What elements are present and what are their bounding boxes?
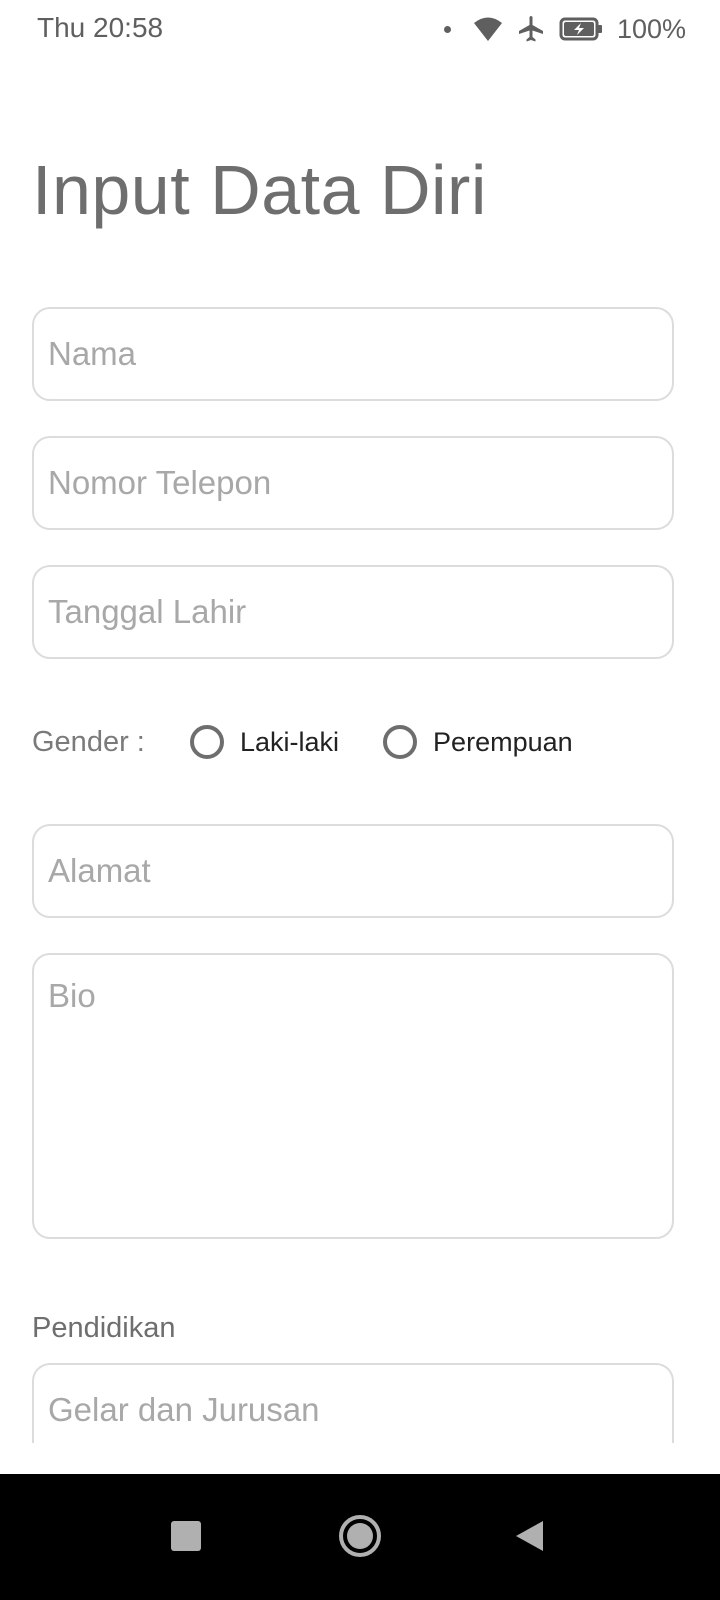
status-icons: 100% [443, 12, 686, 46]
gender-label: Gender : [32, 725, 145, 758]
page-title: Input Data Diri [32, 151, 487, 229]
pendidikan-label: Pendidikan [32, 1312, 176, 1344]
navigation-bar [0, 1474, 720, 1600]
tanggal-lahir-field-box [32, 565, 674, 659]
radio-button-perempuan[interactable] [383, 725, 418, 759]
telepon-field-box [32, 436, 674, 530]
nama-field-box [32, 307, 674, 401]
radio-label-laki-laki: Laki-laki [240, 726, 340, 757]
tanggal-lahir-input[interactable] [34, 567, 672, 657]
bio-field-box [32, 953, 674, 1239]
alamat-input[interactable] [34, 826, 672, 916]
nama-input[interactable] [34, 309, 672, 399]
gender-radio-group: Gender : Laki-laki Perempuan [32, 720, 682, 764]
notification-dot-icon [443, 25, 451, 33]
gender-option-laki-laki[interactable]: Laki-laki [190, 725, 339, 759]
battery-charging-icon [559, 17, 602, 41]
status-bar: Thu 20:58 100% [0, 0, 720, 58]
alamat-field-box [32, 824, 674, 918]
home-button[interactable] [320, 1496, 400, 1576]
battery-percent: 100% [616, 13, 686, 44]
status-time: Thu 20:58 [37, 12, 164, 43]
radio-label-perempuan: Perempuan [433, 726, 573, 757]
recents-square-icon [171, 1521, 201, 1551]
gender-option-perempuan[interactable]: Perempuan [383, 725, 573, 759]
back-button[interactable] [490, 1496, 570, 1576]
airplane-icon [518, 16, 543, 42]
home-circle-icon [339, 1515, 381, 1557]
gelar-jurusan-input[interactable] [34, 1365, 672, 1443]
nomor-telepon-input[interactable] [34, 438, 672, 528]
recents-button[interactable] [146, 1496, 226, 1576]
back-triangle-icon [516, 1521, 543, 1551]
wifi-icon [473, 17, 502, 41]
gelar-field-box [32, 1363, 674, 1443]
bio-textarea[interactable] [34, 955, 672, 1237]
radio-button-laki-laki[interactable] [190, 725, 224, 759]
